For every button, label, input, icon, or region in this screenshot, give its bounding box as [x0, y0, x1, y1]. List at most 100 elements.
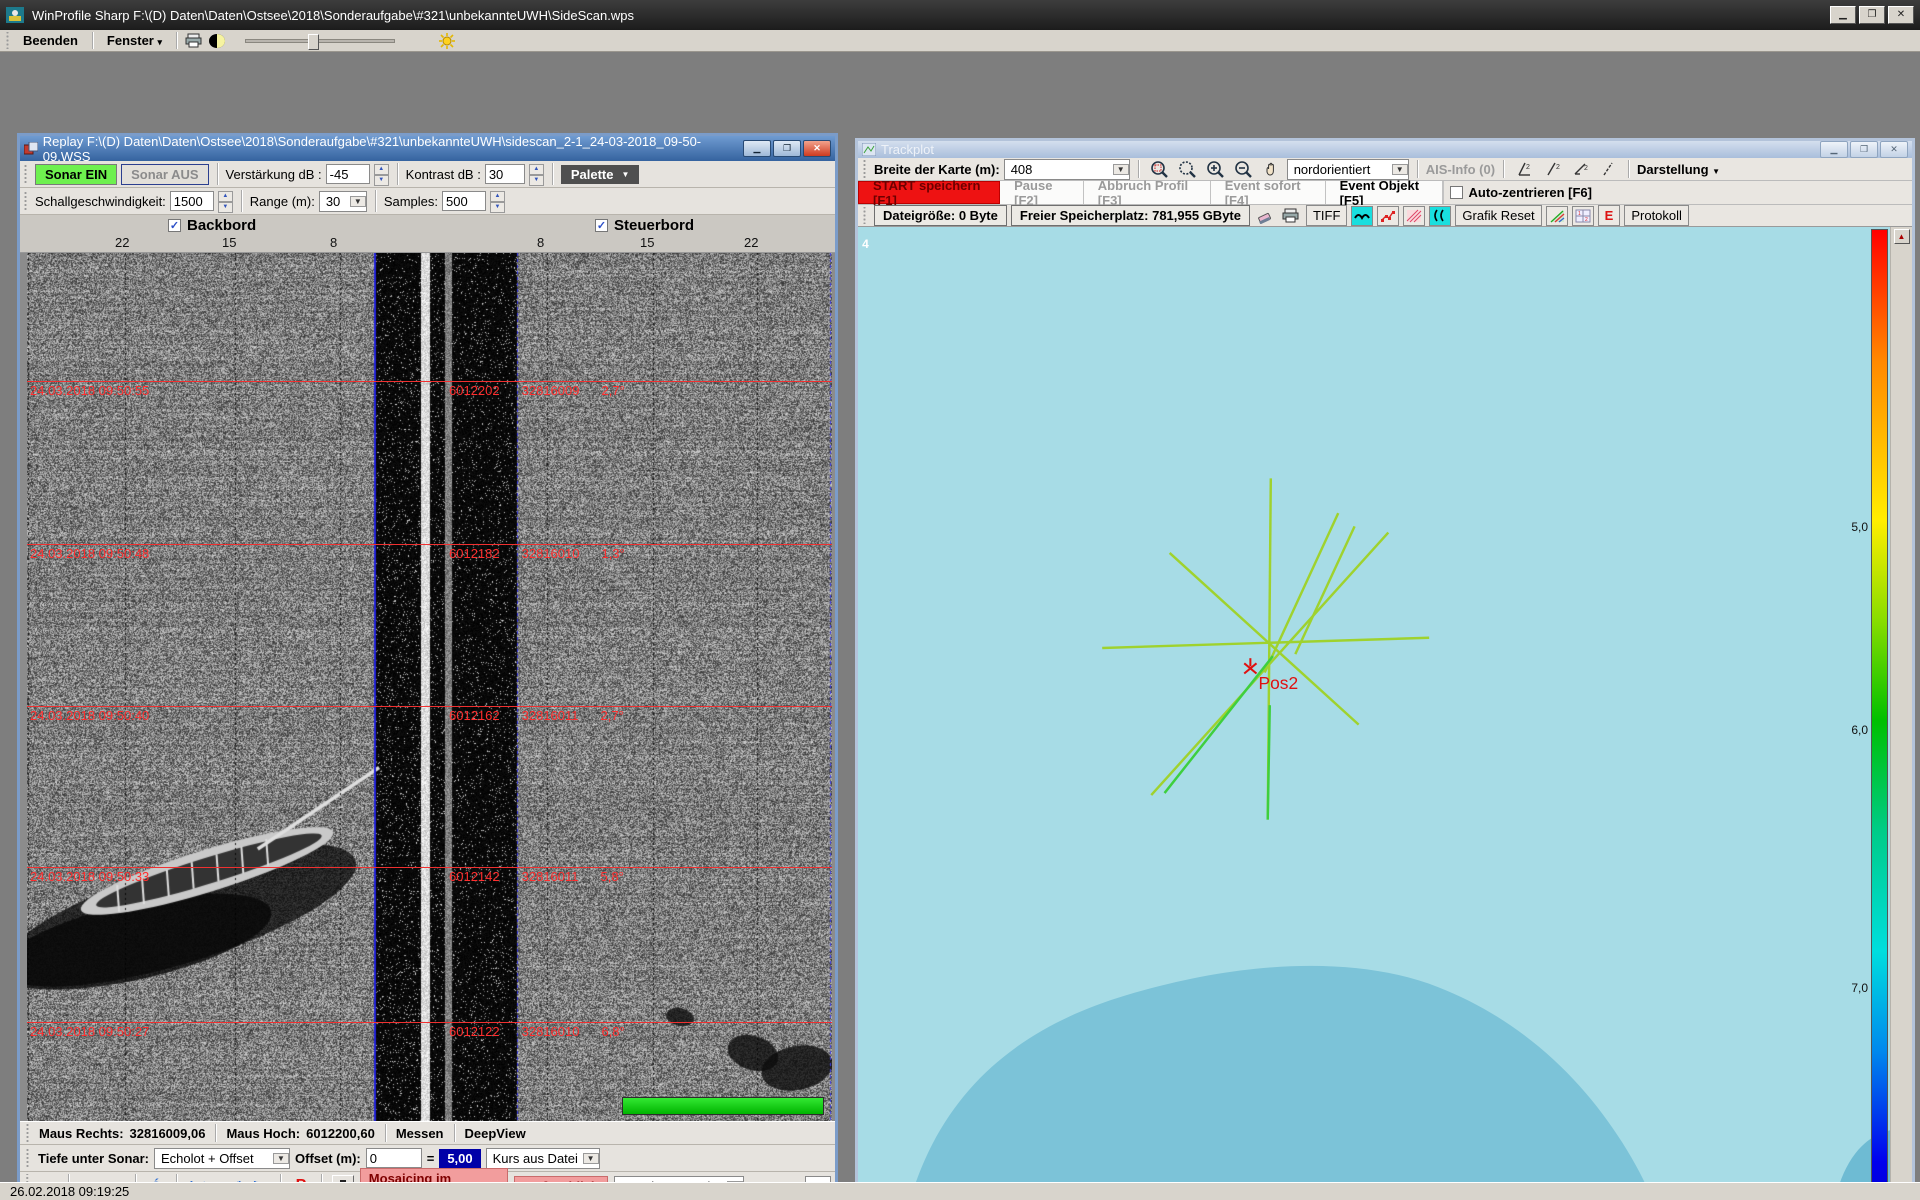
- chevron-down-icon[interactable]: ▼: [350, 196, 366, 207]
- svg-text:2: 2: [1526, 164, 1530, 171]
- replay-window-title: Replay F:\(D) Daten\Daten\Ostsee\2018\So…: [43, 134, 738, 164]
- contour-button[interactable]: [1429, 206, 1451, 226]
- menu-fenster[interactable]: Fenster ▾: [97, 32, 172, 49]
- trackplot-titlebar[interactable]: Trackplot ▁ ❐ ✕: [858, 141, 1912, 158]
- main-restore-button[interactable]: ❐: [1859, 6, 1885, 24]
- start-speichern-button[interactable]: START speichern [F1]: [858, 181, 1000, 204]
- daylight-button[interactable]: [435, 30, 459, 52]
- trackplot-toolbar-3: Dateigröße: 0 Byte Freier Speicherplatz:…: [858, 205, 1912, 227]
- eraser-icon: [1257, 208, 1273, 224]
- menu-beenden[interactable]: Beenden: [13, 32, 88, 49]
- tick-right-22: 22: [744, 235, 758, 250]
- ruler-icon: [1600, 161, 1617, 177]
- pattern-hatch-button[interactable]: [1546, 206, 1568, 226]
- main-titlebar: WinProfile Sharp F:\(D) Daten\Daten\Osts…: [0, 0, 1920, 30]
- chevron-down-icon[interactable]: ▼: [583, 1153, 599, 1164]
- chevron-down-icon[interactable]: ▼: [273, 1153, 289, 1164]
- auto-zentrieren-toggle[interactable]: Auto-zentrieren [F6]: [1443, 181, 1912, 204]
- sonar-canvas[interactable]: [27, 253, 832, 1121]
- svg-text:2: 2: [1556, 164, 1560, 171]
- print-button[interactable]: [181, 30, 205, 52]
- event-objekt-button[interactable]: Event Objekt [F5]: [1326, 181, 1444, 204]
- steuerbord-toggle[interactable]: ✓ Steuerbord: [595, 217, 694, 234]
- deepview-button[interactable]: DeepView: [465, 1126, 526, 1141]
- chevron-down-icon[interactable]: ▼: [1392, 164, 1408, 175]
- replay-statusbar: Maus Rechts: 32816009,06 Maus Hoch: 6012…: [20, 1121, 835, 1144]
- colorbar-scale-up-button[interactable]: ▲: [1894, 229, 1910, 244]
- measure-angle-1-button[interactable]: 2: [1512, 158, 1536, 180]
- backbord-toggle[interactable]: ✓ Backbord: [168, 217, 256, 234]
- pause-button[interactable]: Pause [F2]: [1000, 181, 1084, 204]
- auto-zentrieren-checkbox[interactable]: [1450, 186, 1463, 199]
- event-sofort-button[interactable]: Event sofort [F4]: [1211, 181, 1326, 204]
- angle-ruler-icon: 2: [1572, 161, 1589, 177]
- replay-toolbar-1: Sonar EIN Sonar AUS Verstärkung dB : ▲▼ …: [20, 161, 835, 188]
- schall-spinner[interactable]: ▲▼: [218, 191, 233, 211]
- palette-button[interactable]: Palette▼: [561, 165, 640, 184]
- measure-distance-button[interactable]: [1596, 158, 1620, 180]
- ship-symbol-button[interactable]: [1351, 206, 1373, 226]
- zoom-in-icon: [1206, 160, 1224, 178]
- events-button[interactable]: E: [1598, 205, 1621, 226]
- kontrast-input[interactable]: [485, 164, 525, 184]
- backbord-checkbox[interactable]: ✓: [168, 219, 181, 232]
- hatch-icon: [1406, 209, 1422, 223]
- replay-window-icon: [24, 142, 38, 155]
- svg-text:1: 1: [1578, 211, 1581, 217]
- replay-close-button[interactable]: ✕: [803, 140, 831, 157]
- measure-angle-2-button[interactable]: 2: [1540, 158, 1564, 180]
- orientation-combo[interactable]: nordorientiert ▼: [1287, 159, 1409, 180]
- angle-ruler-icon: 2: [1544, 161, 1561, 177]
- contrast-button[interactable]: [205, 30, 229, 52]
- pattern-grid-button[interactable]: 12: [1572, 206, 1594, 226]
- replay-titlebar[interactable]: Replay F:\(D) Daten\Daten\Ostsee\2018\So…: [20, 136, 835, 161]
- eraser-button[interactable]: [1254, 206, 1276, 226]
- zoom-in-button[interactable]: [1203, 158, 1227, 180]
- samples-input[interactable]: [442, 191, 486, 211]
- abbruch-profil-button[interactable]: Abbruch Profil [F3]: [1084, 181, 1211, 204]
- map-print-button[interactable]: [1280, 206, 1302, 226]
- tick-left-8: 8: [330, 235, 337, 250]
- kontrast-spinner[interactable]: ▲▼: [529, 164, 544, 184]
- range-combo[interactable]: 30 ▼: [319, 191, 367, 212]
- verstaerkung-spinner[interactable]: ▲▼: [374, 164, 389, 184]
- tiefe-combo[interactable]: Echolot + Offset ▼: [154, 1148, 290, 1169]
- tick-left-22: 22: [115, 235, 129, 250]
- app-icon: [6, 7, 24, 23]
- mdi-workspace: Replay F:\(D) Daten\Daten\Ostsee\2018\So…: [0, 53, 1920, 1182]
- color-hatch-icon: [1549, 209, 1565, 223]
- kurs-combo[interactable]: Kurs aus Datei ▼: [486, 1148, 600, 1169]
- trackplot-minimize-button[interactable]: ▁: [1820, 141, 1848, 158]
- schall-input[interactable]: [170, 191, 214, 211]
- main-minimize-button[interactable]: ▁: [1830, 6, 1856, 24]
- sonar-waterfall[interactable]: 24.03.2018 09:50:55 6012202328160092,7° …: [20, 253, 835, 1121]
- protokoll-button[interactable]: Protokoll: [1624, 205, 1689, 226]
- slider-thumb[interactable]: [308, 34, 319, 50]
- ais-info-button[interactable]: AIS-Info (0): [1426, 162, 1495, 177]
- samples-spinner[interactable]: ▲▼: [490, 191, 505, 211]
- trackplot-toolbar-2: START speichern [F1] Pause [F2] Abbruch …: [858, 181, 1912, 205]
- measure-angle-3-button[interactable]: 2: [1568, 158, 1592, 180]
- darstellung-button[interactable]: Darstellung ▼: [1637, 162, 1720, 177]
- trackpoints-button[interactable]: [1377, 206, 1399, 226]
- sonar-ein-button[interactable]: Sonar EIN: [35, 164, 117, 185]
- trackplot-close-button[interactable]: ✕: [1880, 141, 1908, 158]
- steuerbord-checkbox[interactable]: ✓: [595, 219, 608, 232]
- chevron-down-icon[interactable]: ▼: [1113, 164, 1129, 175]
- grafik-reset-button[interactable]: Grafik Reset: [1455, 205, 1541, 226]
- trackplot-maximize-button[interactable]: ❐: [1850, 141, 1878, 158]
- main-close-button[interactable]: ✕: [1888, 6, 1914, 24]
- replay-maximize-button[interactable]: ❐: [773, 140, 801, 157]
- offset-input[interactable]: [366, 1148, 422, 1168]
- brightness-slider[interactable]: [245, 39, 395, 43]
- replay-minimize-button[interactable]: ▁: [743, 140, 771, 157]
- tiff-export-button[interactable]: TIFF: [1306, 205, 1347, 226]
- replay-toolbar-2: Schallgeschwindigkeit: ▲▼ Range (m): 30 …: [20, 188, 835, 215]
- mosaic-layer-button[interactable]: [1403, 206, 1425, 226]
- breite-combo[interactable]: 408 ▼: [1004, 159, 1130, 180]
- map-canvas[interactable]: Pos2: [858, 227, 1890, 1200]
- sonar-aus-button[interactable]: Sonar AUS: [121, 164, 208, 185]
- trackplot-map[interactable]: Pos2 4 5,0 6,0 7,0 8: [858, 227, 1890, 1200]
- messen-button[interactable]: Messen: [396, 1126, 444, 1141]
- verstaerkung-input[interactable]: [326, 164, 370, 184]
